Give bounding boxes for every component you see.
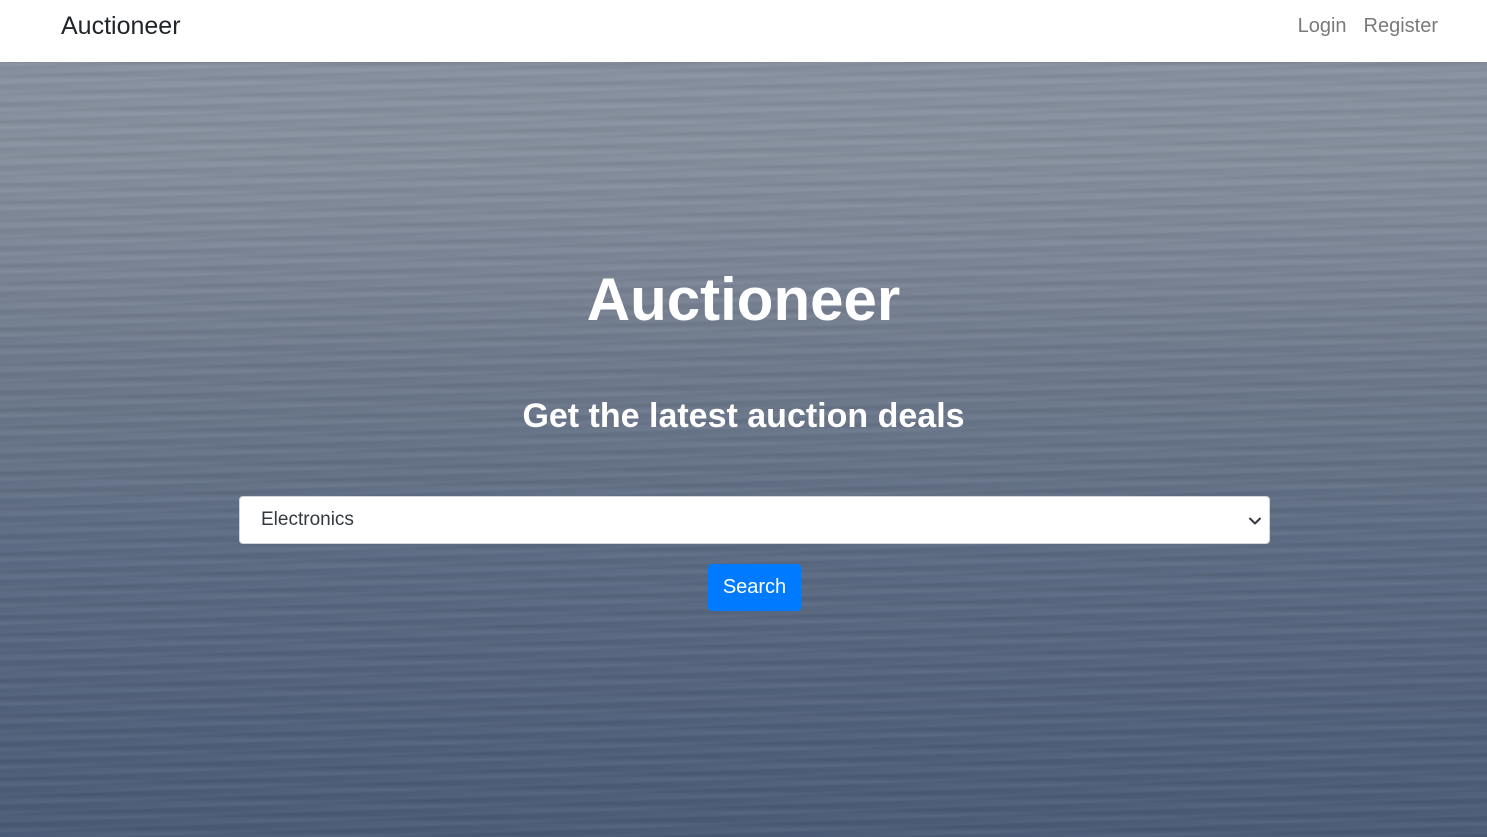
hero-banner: Auctioneer Get the latest auction deals … xyxy=(0,62,1487,837)
navbar-links: Login Register xyxy=(1298,15,1438,38)
hero-subtitle: Get the latest auction deals xyxy=(522,397,965,435)
search-button[interactable]: Search xyxy=(708,564,801,611)
category-select[interactable]: Electronics xyxy=(239,496,1270,544)
category-select-value: Electronics xyxy=(261,509,354,530)
top-navbar: Auctioneer Login Register xyxy=(0,0,1487,62)
navbar-brand[interactable]: Auctioneer xyxy=(61,12,181,41)
register-link[interactable]: Register xyxy=(1364,15,1438,38)
chevron-down-icon xyxy=(1249,517,1261,525)
login-link[interactable]: Login xyxy=(1298,15,1347,38)
hero-title: Auctioneer xyxy=(586,266,901,333)
